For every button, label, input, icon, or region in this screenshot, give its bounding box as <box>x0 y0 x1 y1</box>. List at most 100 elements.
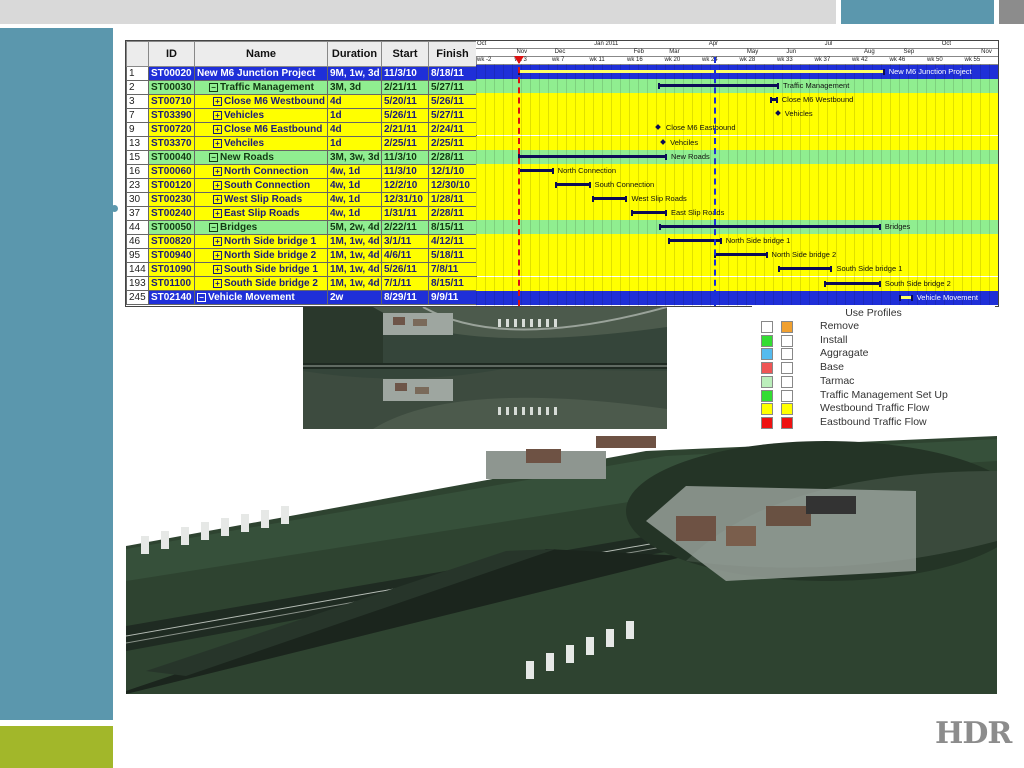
table-row[interactable]: 16 ST00060 + North Connection 4w, 1d 11/3/10 1… <box>126 164 477 179</box>
task-name-cell[interactable]: − Bridges <box>194 220 328 235</box>
task-name-cell[interactable]: + North Side bridge 1 <box>194 234 328 249</box>
task-id-cell[interactable]: ST00050 <box>148 220 195 235</box>
row-number[interactable]: 245 <box>126 290 149 305</box>
expand-icon[interactable]: + <box>213 138 222 148</box>
task-finish-cell[interactable]: 8/15/11 <box>428 220 477 235</box>
task-id-cell[interactable]: ST00060 <box>148 164 195 179</box>
task-finish-cell[interactable]: 2/24/11 <box>428 122 477 137</box>
task-name-cell[interactable]: New M6 Junction Project <box>194 66 328 81</box>
task-finish-cell[interactable]: 12/1/10 <box>428 164 477 179</box>
task-start-cell[interactable]: 8/29/11 <box>381 290 429 305</box>
task-start-cell[interactable]: 2/25/11 <box>381 136 429 151</box>
row-number[interactable]: 3 <box>126 94 149 109</box>
task-name-cell[interactable]: + North Side bridge 2 <box>194 248 328 263</box>
task-finish-cell[interactable]: 7/8/11 <box>428 262 477 277</box>
collapse-icon[interactable]: − <box>197 292 206 302</box>
task-start-cell[interactable]: 12/31/10 <box>381 192 429 207</box>
table-row[interactable]: 15 ST00040− New Roads 3M, 3w, 3d 11/3/10 2/28… <box>126 150 477 165</box>
row-number[interactable]: 23 <box>126 178 149 193</box>
collapse-icon[interactable]: − <box>209 222 218 232</box>
expand-icon[interactable]: + <box>213 278 222 288</box>
expand-icon[interactable]: + <box>213 264 222 274</box>
task-duration-cell[interactable]: 1d <box>327 108 382 123</box>
task-duration-cell[interactable]: 4d <box>327 122 382 137</box>
task-id-cell[interactable]: ST00240 <box>148 206 195 221</box>
task-duration-cell[interactable]: 1d <box>327 136 382 151</box>
task-start-cell[interactable]: 12/2/10 <box>381 178 429 193</box>
table-row[interactable]: 30 ST00230 + West Slip Roads 4w, 1d 12/31/10 1… <box>126 192 477 207</box>
task-id-cell[interactable]: ST00710 <box>148 94 195 109</box>
gantt-bar[interactable] <box>518 153 667 160</box>
task-id-cell[interactable]: ST01100 <box>148 276 195 291</box>
task-name-cell[interactable]: + South Side bridge 1 <box>194 262 328 277</box>
task-duration-cell[interactable]: 3M, 3d <box>327 80 382 95</box>
task-start-cell[interactable]: 2/21/11 <box>381 122 429 137</box>
row-number[interactable]: 7 <box>126 108 149 123</box>
expand-icon[interactable]: + <box>213 96 222 106</box>
task-duration-cell[interactable]: 1M, 1w, 4d <box>327 248 382 263</box>
expand-icon[interactable]: + <box>213 208 222 218</box>
column-header-duration[interactable]: Duration <box>327 41 382 67</box>
expand-icon[interactable]: + <box>213 124 222 134</box>
expand-icon[interactable]: + <box>213 236 222 246</box>
column-header-finish[interactable]: Finish <box>428 41 477 67</box>
row-number[interactable]: 37 <box>126 206 149 221</box>
task-start-cell[interactable]: 11/3/10 <box>381 164 429 179</box>
task-finish-cell[interactable]: 1/28/11 <box>428 192 477 207</box>
gantt-bar[interactable] <box>714 252 769 259</box>
task-start-cell[interactable]: 5/20/11 <box>381 94 429 109</box>
task-start-cell[interactable]: 7/1/11 <box>381 276 429 291</box>
task-id-cell[interactable]: ST00940 <box>148 248 195 263</box>
task-start-cell[interactable]: 4/6/11 <box>381 248 429 263</box>
gantt-bar[interactable] <box>554 181 591 188</box>
task-finish-cell[interactable]: 4/12/11 <box>428 234 477 249</box>
task-name-cell[interactable]: + Vehciles <box>194 136 328 151</box>
task-name-cell[interactable]: − New Roads <box>194 150 328 165</box>
task-start-cell[interactable]: 2/22/11 <box>381 220 429 235</box>
gantt-bar[interactable] <box>631 210 667 216</box>
gantt-bar[interactable] <box>518 69 885 75</box>
task-id-cell[interactable]: ST00120 <box>148 178 195 193</box>
gantt-bar[interactable] <box>591 195 628 202</box>
task-name-cell[interactable]: + Close M6 Eastbound <box>194 122 328 137</box>
table-row[interactable]: 23 ST00120 + South Connection 4w, 1d 12/2/10 1… <box>126 178 477 193</box>
table-row[interactable]: 1 ST00020 New M6 Junction Project 9M, 1w, 3… <box>126 66 477 81</box>
task-duration-cell[interactable]: 1M, 1w, 4d <box>327 276 382 291</box>
task-start-cell[interactable]: 11/3/10 <box>381 66 429 81</box>
task-duration-cell[interactable]: 4d <box>327 94 382 109</box>
task-finish-cell[interactable]: 8/18/11 <box>428 66 477 81</box>
task-id-cell[interactable]: ST03390 <box>148 108 195 123</box>
task-duration-cell[interactable]: 4w, 1d <box>327 164 382 179</box>
task-name-cell[interactable]: + South Side bridge 2 <box>194 276 328 291</box>
task-duration-cell[interactable]: 1M, 1w, 4d <box>327 234 382 249</box>
task-finish-cell[interactable]: 5/27/11 <box>428 80 477 95</box>
task-duration-cell[interactable]: 1M, 1w, 4d <box>327 262 382 277</box>
gantt-bar[interactable] <box>518 167 554 174</box>
task-name-cell[interactable]: + East Slip Roads <box>194 206 328 221</box>
task-duration-cell[interactable]: 4w, 1d <box>327 192 382 207</box>
row-number[interactable]: 13 <box>126 136 149 151</box>
task-id-cell[interactable]: ST00020 <box>148 66 195 81</box>
task-duration-cell[interactable]: 4w, 1d <box>327 178 382 193</box>
task-id-cell[interactable]: ST00030 <box>148 80 195 95</box>
task-duration-cell[interactable]: 5M, 2w, 4d <box>327 220 382 235</box>
column-header-id[interactable]: ID <box>148 41 195 67</box>
table-row[interactable]: 9 ST00720 + Close M6 Eastbound 4d 2/21/11 2/24… <box>126 122 477 137</box>
task-finish-cell[interactable]: 5/26/11 <box>428 94 477 109</box>
task-start-cell[interactable]: 1/31/11 <box>381 206 429 221</box>
task-id-cell[interactable]: ST03370 <box>148 136 195 151</box>
row-number[interactable]: 144 <box>126 262 149 277</box>
task-name-cell[interactable]: + South Connection <box>194 178 328 193</box>
task-id-cell[interactable]: ST00040 <box>148 150 195 165</box>
table-row[interactable]: 44 ST00050− Bridges 5M, 2w, 4d 2/22/11 8/15/1… <box>126 220 477 235</box>
task-finish-cell[interactable]: 2/28/11 <box>428 150 477 165</box>
task-duration-cell[interactable]: 3M, 3w, 3d <box>327 150 382 165</box>
task-id-cell[interactable]: ST02140 <box>148 290 195 305</box>
task-duration-cell[interactable]: 4w, 1d <box>327 206 382 221</box>
table-row[interactable]: 2 ST00030− Traffic Management 3M, 3d 2/21/11… <box>126 80 477 95</box>
task-finish-cell[interactable]: 12/30/10 <box>428 178 477 193</box>
row-number[interactable]: 2 <box>126 80 149 95</box>
table-row[interactable]: 37 ST00240 + East Slip Roads 4w, 1d 1/31/11 2/… <box>126 206 477 221</box>
gantt-bar[interactable] <box>658 83 779 90</box>
expand-icon[interactable]: + <box>213 250 222 260</box>
